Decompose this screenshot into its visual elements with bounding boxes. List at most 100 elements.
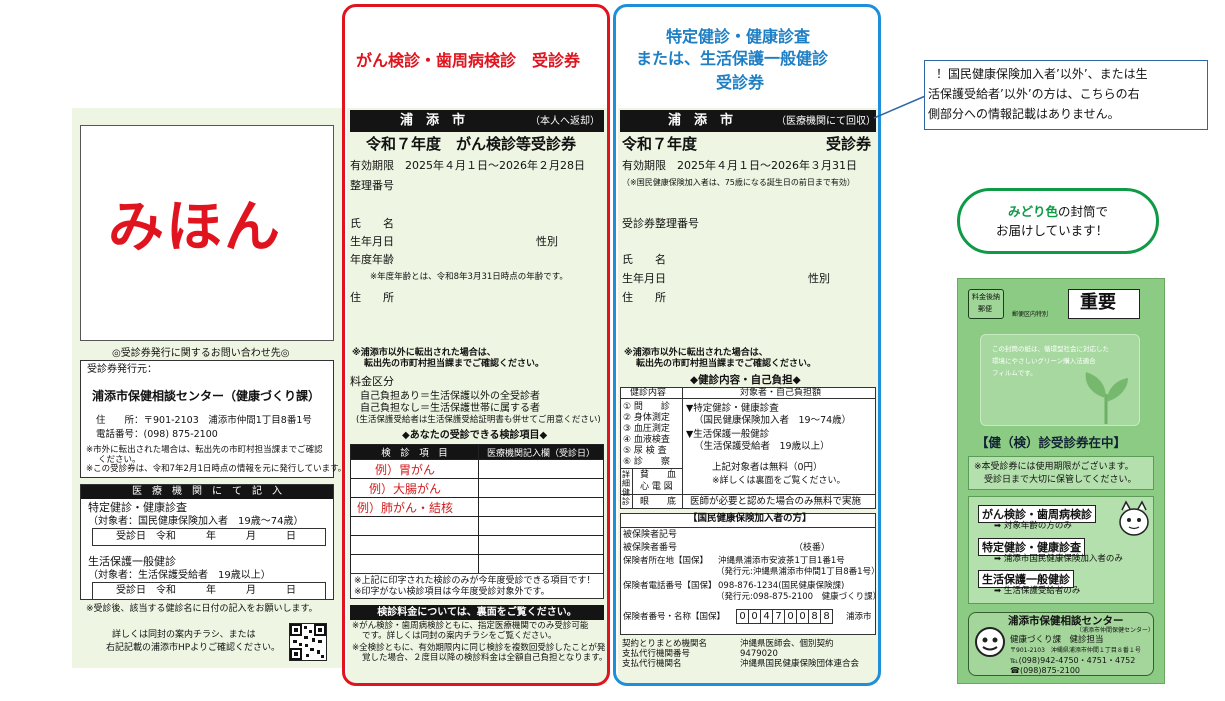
exam-date-cell[interactable] bbox=[478, 497, 604, 517]
middle-move-note-2: 転出先の市町村担当課までご確認ください。 bbox=[364, 359, 545, 369]
exam-items-table: 検 診 項 目 医療機関記入欄（受診日） 例）胃がん 例）大腸がん 例）肺がん・… bbox=[350, 444, 604, 574]
seikatsu-target: （対象者：生活保護受給者 19歳以上） bbox=[88, 570, 271, 581]
important-text: 重要 bbox=[1080, 292, 1116, 313]
insurer-number-boxes: 0 0 4 7 0 0 8 8 bbox=[736, 609, 833, 624]
ins-tel-2: （発行元:098-875-2100 健康づくり課） bbox=[716, 592, 882, 602]
exam-item: ③ 血圧測定 bbox=[623, 424, 670, 434]
exam-item: ⑥ 診 察 bbox=[623, 457, 670, 467]
seikatsu-title: 生活保護一般健診 bbox=[88, 555, 176, 568]
middle-address: 住 所 bbox=[350, 291, 394, 304]
r-back: ※詳しくは裏面をご覧ください。 bbox=[712, 476, 846, 486]
fee-line-1: 自己負担あり＝生活保護以外の全受診者 bbox=[360, 391, 540, 402]
ins-city: 浦添市 bbox=[846, 612, 872, 622]
exam-item-1: 例）胃がん bbox=[350, 459, 479, 479]
exam-items-title: ◆あなたの受診できる検診項目◆ bbox=[402, 430, 548, 441]
right-validity-note: （※国民健康保険加入者は、75歳になる誕生日の前日まで有効） bbox=[622, 178, 855, 187]
exam-date-cell[interactable] bbox=[478, 554, 604, 574]
plant-icon bbox=[1085, 372, 1128, 424]
exam-date-cell[interactable] bbox=[478, 459, 604, 479]
contract-val-3: 沖縄県国民健康保険団体連合会 bbox=[740, 659, 860, 669]
bottom-note-1b: です。詳しくは同封の案内チラシをご覧ください。 bbox=[362, 631, 557, 641]
seikatsu-date-label: 受診日 令和 年 月 日 bbox=[116, 585, 296, 596]
green-note-rest: の封筒で bbox=[1058, 204, 1109, 219]
fee-line-2: 自己負担なし＝生活保護世帯に属する者 bbox=[360, 403, 540, 414]
detail-item: 貧 血 bbox=[640, 470, 677, 480]
detail-item: 眼 底 bbox=[640, 497, 677, 507]
after-exam-note: ※受診後、該当する健診名に日付の記入をお願いします。 bbox=[86, 604, 318, 614]
window-text-3: フィルムです。 bbox=[992, 369, 1037, 377]
right-address: 住 所 bbox=[622, 291, 666, 304]
tokutei-title: 特定健診・健康診査 bbox=[88, 501, 187, 514]
inquiry-title: ◎受診券発行に関するお問い合わせ先◎ bbox=[112, 348, 290, 359]
center-subtitle: （浦添市仲間保健センター） bbox=[1076, 627, 1155, 634]
contract-label-3: 支払代行機関名 bbox=[622, 659, 682, 669]
r-tokutei: ▼特定健診・健康診査 bbox=[686, 403, 779, 414]
medical-record-header: 医 療 機 関 に て 記 入 bbox=[81, 485, 333, 499]
middle-dob: 生年月日 bbox=[350, 235, 394, 248]
callout-line-3: 側部分への情報記載はありません。 bbox=[928, 107, 1120, 121]
exam-item: ② 身体測定 bbox=[623, 413, 670, 423]
center-address: 〒901-2103 沖縄県浦添市仲間１丁目８番１号 bbox=[1010, 647, 1141, 654]
qr-code-icon[interactable] bbox=[289, 623, 327, 661]
insured-header: 【国民健康保険加入者の方】 bbox=[688, 513, 812, 524]
middle-age: 年度年齢 bbox=[350, 253, 394, 266]
right-sex: 性別 bbox=[808, 272, 830, 285]
exam-date-cell[interactable] bbox=[478, 516, 604, 536]
collect-tag: （医療機関にて回収） bbox=[776, 116, 876, 127]
r-free: 上記対象者は無料（0円） bbox=[712, 462, 823, 473]
table-row: 例）胃がん bbox=[350, 459, 604, 479]
exam-date-cell[interactable] bbox=[478, 535, 604, 555]
return-tag: （本人へ返却） bbox=[530, 116, 600, 127]
center-dept: 健康づくり課 健診担当 bbox=[1010, 635, 1104, 645]
middle-name: 氏 名 bbox=[350, 217, 394, 230]
exam-date-cell[interactable] bbox=[478, 478, 604, 498]
middle-age-note: ※年度年齢とは、令和8年3月31日時点の年齢です。 bbox=[370, 272, 568, 282]
window-text-2: 環境にやさしいグリーン購入法適合 bbox=[992, 357, 1096, 365]
specific-heading-3: 受診券 bbox=[716, 73, 765, 92]
middle-sex: 性別 bbox=[536, 235, 558, 248]
table-row: 例）肺がん・結核 bbox=[350, 497, 604, 517]
fee-back-bar: 検診料金については、裏面をご覧ください。 bbox=[350, 605, 604, 620]
right-title-right: 受診券 bbox=[826, 135, 872, 153]
right-city: 浦 添 市 bbox=[668, 113, 734, 128]
right-move-note-2: 転出先の市町村担当課までご確認ください。 bbox=[636, 359, 817, 369]
middle-validity: 有効期限 2025年４月１日〜2026年２月28日 bbox=[350, 159, 585, 172]
tokutei-date-label: 受診日 令和 年 月 日 bbox=[116, 531, 296, 542]
ins-mark: 被保険者記号 bbox=[623, 530, 678, 540]
postage-text-2: 郵便 bbox=[978, 305, 992, 313]
envelope-valid-2: 受診日まで大切に保管してください。 bbox=[984, 475, 1137, 485]
printed-note-1: ※上記に印字された検診のみが今年度受診できる項目です！ bbox=[354, 576, 596, 586]
exam-item-3: 例）肺がん・結核 bbox=[350, 497, 479, 517]
fee-line-3: (生活保護受給者は生活保護受給証明書も併せてご用意ください) bbox=[356, 415, 601, 425]
footer-line-2: 右記記載の浦添市HPよりご確認ください。 bbox=[106, 643, 281, 653]
green-highlight: みどり色 bbox=[1008, 204, 1059, 219]
detail-item: 心 電 図 bbox=[640, 482, 673, 492]
ins-addr-1: 沖縄県浦添市安波茶1丁目1番1号 bbox=[718, 556, 845, 566]
center-logo-icon bbox=[975, 627, 1005, 657]
middle-ticket-no: 整理番号 bbox=[350, 179, 394, 192]
middle-move-note-1: ※浦添市以外に転出された場合は、 bbox=[352, 348, 496, 358]
issuer-label: 受診券発行元： bbox=[87, 364, 157, 375]
envelope-item-1-sub: ➡ 対象年齢の方のみ bbox=[994, 521, 1072, 531]
ins-tel-label: 保険者電話番号【国保】 bbox=[623, 581, 717, 591]
content-col-2: 対象者・自己負担額 bbox=[740, 388, 822, 398]
footer-line-1: 詳しくは同封の案内チラシ、または bbox=[112, 630, 256, 640]
table-row bbox=[350, 535, 604, 555]
doctor-note: 医師が必要と認めた場合のみ無料で実施 bbox=[690, 496, 862, 507]
r-seikatsu-sub: （生活保護受給者 19歳以上） bbox=[694, 441, 830, 452]
center-tel: ☎(098)875-2100 bbox=[1010, 666, 1080, 675]
green-envelope-note bbox=[957, 188, 1159, 254]
callout-line-2: 活保護受給者’以外’の方は、こちらの右 bbox=[928, 87, 1140, 101]
table-row bbox=[350, 516, 604, 536]
right-dob: 生年月日 bbox=[622, 272, 666, 285]
right-name: 氏 名 bbox=[622, 253, 666, 266]
green-note-line-1: みどり色の封筒で bbox=[1008, 204, 1109, 219]
center-fax: ℡(098)942-4750・4751・4752 bbox=[1010, 656, 1136, 665]
table-row bbox=[350, 554, 604, 574]
envelope-banner: 【健（検）診受診券在中】 bbox=[976, 435, 1127, 450]
ins-branch: （枝番） bbox=[794, 543, 831, 553]
ins-no: 被保険者番号 bbox=[623, 543, 678, 553]
envelope-item-2-sub: ➡ 浦添市国民健康保険加入者のみ bbox=[994, 554, 1123, 564]
ins-addr-label: 保険者所在地【国保】 bbox=[623, 556, 709, 566]
exam-item: ① 問 診 bbox=[623, 402, 670, 412]
